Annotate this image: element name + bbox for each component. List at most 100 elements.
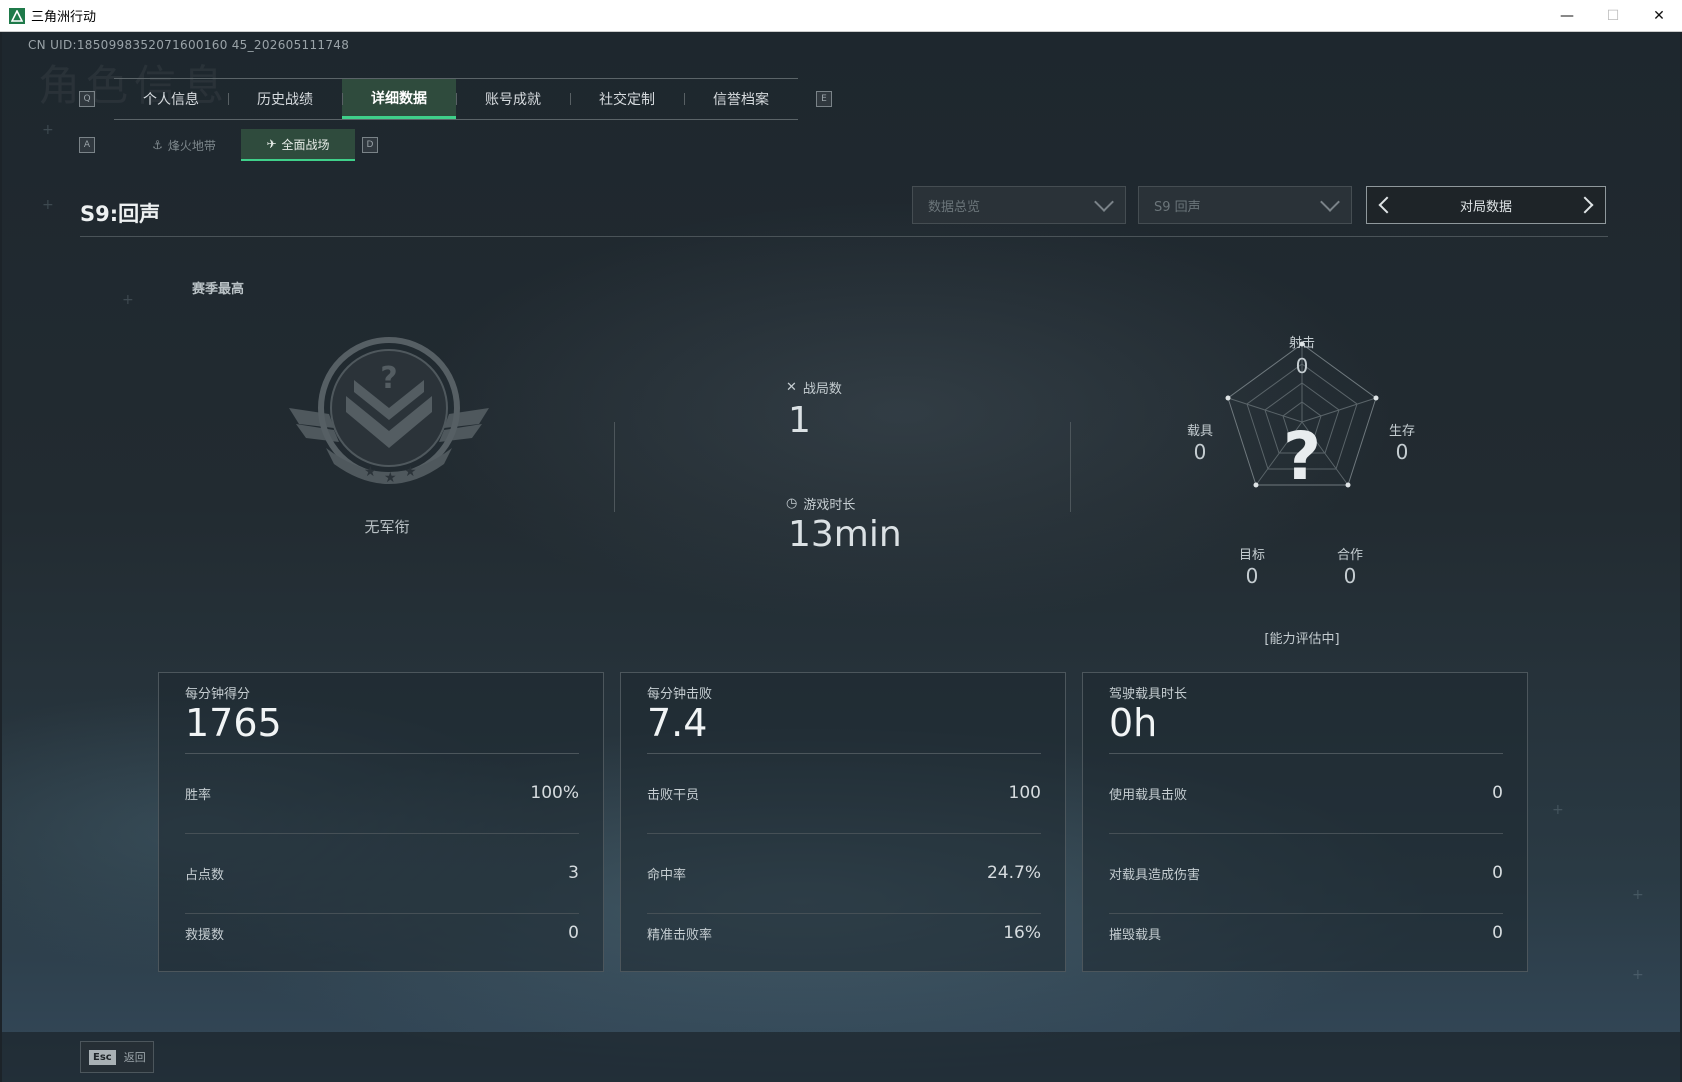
card-row-value: 0 xyxy=(1492,783,1503,803)
card-head-label: 每分钟得分 xyxy=(185,687,251,702)
close-button[interactable]: ✕ xyxy=(1636,0,1682,32)
crosshair-decoration: + xyxy=(42,197,54,213)
subtab-hint-left[interactable]: A xyxy=(79,137,95,153)
vehicle-card: 驾驶载具时长 0h 使用载具击败 0 对载具造成伤害 0 摧毁载具 0 xyxy=(1082,672,1528,972)
card-head-label: 每分钟击败 xyxy=(647,687,713,702)
season-title: S9:回声 xyxy=(80,202,161,226)
overview-dropdown-value: 数据总览 xyxy=(928,199,981,215)
crosshair-decoration: + xyxy=(1552,802,1564,818)
radar-unknown-mark: ? xyxy=(1282,418,1322,495)
crossed-swords-icon: ✕ xyxy=(786,380,797,395)
playtime-label-text: 游戏时长 xyxy=(803,498,856,513)
radar-status: [能力评估中] xyxy=(1264,632,1340,647)
tab-detailed-data[interactable]: 详细数据 xyxy=(342,79,456,119)
overview-dropdown[interactable]: 数据总览 xyxy=(912,186,1126,224)
season-best-label: 赛季最高 xyxy=(192,282,245,297)
card-row-label: 占点数 xyxy=(185,867,225,883)
crosshair-decoration: + xyxy=(1632,967,1644,983)
window-title: 三角洲行动 xyxy=(31,9,97,24)
card-row-label: 击败干员 xyxy=(647,787,700,803)
chevron-left-icon[interactable] xyxy=(1378,196,1396,214)
card-row-value: 100% xyxy=(530,783,579,803)
card-head-value: 0h xyxy=(1109,701,1158,745)
season-dropdown-value: S9 回声 xyxy=(1154,199,1201,215)
card-row: 救援数 0 xyxy=(185,893,579,973)
card-row: 击败干员 100 xyxy=(647,753,1041,833)
playtime-label: ◷ 游戏时长 xyxy=(786,494,855,513)
card-row-label: 精准击败率 xyxy=(647,927,713,943)
svg-text:★: ★ xyxy=(364,464,377,480)
tab-hint-right[interactable]: E xyxy=(816,91,832,107)
card-row-label: 对载具造成伤害 xyxy=(1109,867,1201,883)
radar-label-vehicle: 载具 xyxy=(1186,424,1213,439)
tab-achievements[interactable]: 账号成就 xyxy=(456,79,570,119)
card-head-label: 驾驶载具时长 xyxy=(1109,687,1188,702)
tab-social-custom[interactable]: 社交定制 xyxy=(570,79,684,119)
card-row-value: 0 xyxy=(568,923,579,943)
radar-label-objective: 目标 xyxy=(1238,548,1265,563)
card-head-value: 1765 xyxy=(185,701,282,745)
card-row-value: 0 xyxy=(1492,863,1503,883)
radar-label-shooting: 射击 xyxy=(1288,336,1315,351)
matches-label-text: 战局数 xyxy=(802,382,842,397)
game-viewport: 角色信息 CN UID:1850998352071600160 45_20260… xyxy=(2,32,1680,1082)
card-row-label: 使用载具击败 xyxy=(1109,787,1188,803)
data-pager: 对局数据 xyxy=(1366,186,1606,224)
crosshair-decoration: + xyxy=(1632,887,1644,903)
kills-card: 每分钟击败 7.4 击败干员 100 命中率 24.7% 精准击败率 16% xyxy=(620,672,1066,972)
esc-key-hint: Esc xyxy=(89,1049,116,1065)
header-divider xyxy=(80,236,1608,237)
radar-value-survival: 0 xyxy=(1395,440,1409,464)
card-row-label: 命中率 xyxy=(647,867,687,883)
card-row-value: 3 xyxy=(568,863,579,883)
card-row-value: 0 xyxy=(1492,923,1503,943)
radar-value-shooting: 0 xyxy=(1295,354,1309,378)
card-row: 摧毁载具 0 xyxy=(1109,893,1503,973)
crosshair-decoration: + xyxy=(42,122,54,138)
radar-label-survival: 生存 xyxy=(1388,424,1415,439)
card-row-label: 胜率 xyxy=(185,787,212,803)
radar-label-teamwork: 合作 xyxy=(1336,548,1363,563)
chevron-down-icon xyxy=(1094,192,1114,212)
card-row-value: 100 xyxy=(1008,783,1041,803)
minimize-button[interactable]: — xyxy=(1544,0,1590,32)
chevron-down-icon xyxy=(1320,192,1340,212)
clock-icon: ◷ xyxy=(786,496,798,511)
playtime-value: 13min xyxy=(788,514,902,555)
mode-subtabs: ⚓ 烽火地带 ✈ 全面战场 xyxy=(127,129,355,161)
subtab-hint-right[interactable]: D xyxy=(362,137,378,153)
matches-value: 1 xyxy=(788,400,811,441)
card-head-value: 7.4 xyxy=(647,701,708,745)
back-label: 返回 xyxy=(123,1051,146,1064)
section-divider xyxy=(1070,422,1071,512)
app-logo-icon xyxy=(9,7,25,24)
card-row-value: 16% xyxy=(1003,923,1041,943)
tab-credit-record[interactable]: 信誉档案 xyxy=(684,79,798,119)
card-row: 使用载具击败 0 xyxy=(1109,753,1503,833)
subtab-operations[interactable]: ⚓ 烽火地带 xyxy=(127,129,241,161)
tab-match-history[interactable]: 历史战绩 xyxy=(228,79,342,119)
section-divider xyxy=(614,422,615,512)
operations-icon: ⚓ xyxy=(152,138,163,152)
chevron-right-icon[interactable] xyxy=(1576,196,1594,214)
main-tabs: 个人信息 历史战绩 详细数据 账号成就 社交定制 信誉档案 xyxy=(114,78,798,120)
matches-label: ✕ 战局数 xyxy=(786,378,842,397)
bottom-bar xyxy=(2,1032,1680,1082)
tab-personal-info[interactable]: 个人信息 xyxy=(114,79,228,119)
crosshair-decoration: + xyxy=(122,292,134,308)
tab-hint-left[interactable]: Q xyxy=(79,91,95,107)
rank-badge-icon: ? ★ ★ ★ xyxy=(289,337,489,486)
window-titlebar: 三角洲行动 — ☐ ✕ xyxy=(0,0,1682,32)
maximize-button[interactable]: ☐ xyxy=(1590,0,1636,32)
subtab-operations-label: 烽火地带 xyxy=(167,138,216,153)
subtab-warfare[interactable]: ✈ 全面战场 xyxy=(241,129,355,161)
subtab-warfare-label: 全面战场 xyxy=(281,137,330,152)
svg-text:★: ★ xyxy=(384,470,397,486)
back-button[interactable]: Esc 返回 xyxy=(80,1041,154,1073)
warfare-icon: ✈ xyxy=(266,137,277,151)
svg-text:★: ★ xyxy=(404,464,417,480)
card-row-label: 摧毁载具 xyxy=(1109,927,1162,943)
card-row-value: 24.7% xyxy=(986,863,1041,883)
season-dropdown[interactable]: S9 回声 xyxy=(1138,186,1352,224)
radar-value-teamwork: 0 xyxy=(1343,564,1357,588)
